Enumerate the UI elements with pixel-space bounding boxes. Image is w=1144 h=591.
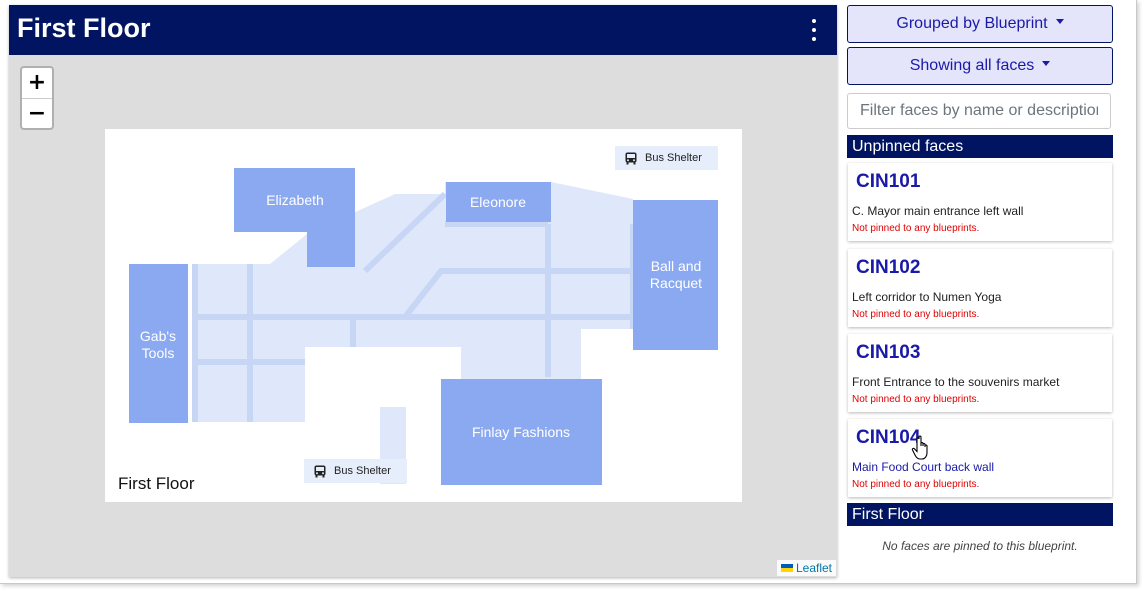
- blueprint-image[interactable]: Elizabeth Eleonore Ball and Racquet Gab'…: [105, 129, 742, 502]
- no-faces-message: No faces are pinned to this blueprint.: [882, 539, 1078, 553]
- map-title: First Floor: [17, 13, 151, 43]
- bus-shelter-label: Bus Shelter: [645, 152, 702, 164]
- blueprint-label: First Floor: [118, 474, 195, 493]
- bus-icon: [625, 152, 637, 164]
- bus-icon: [314, 465, 326, 477]
- face-card-cin103[interactable]: CIN103 Front Entrance to the souvenirs m…: [848, 334, 1112, 412]
- bus-shelter-label: Bus Shelter: [334, 465, 391, 477]
- show-faces-dropdown[interactable]: Showing all faces: [847, 47, 1113, 85]
- leaflet-link[interactable]: Leaflet: [796, 561, 832, 575]
- zoom-in-button[interactable]: +: [22, 68, 52, 99]
- room-label-elizabeth: Elizabeth: [266, 192, 324, 208]
- face-pin-status: Not pinned to any blueprints.: [852, 394, 980, 405]
- bus-shelter-top: Bus Shelter: [615, 146, 718, 170]
- zoom-out-button[interactable]: −: [22, 99, 52, 129]
- zoom-control: + −: [20, 66, 54, 130]
- face-code: CIN103: [856, 342, 921, 363]
- face-code: CIN102: [856, 257, 921, 278]
- face-description: Left corridor to Numen Yoga: [852, 290, 1002, 304]
- app-frame: First Floor + − Elizabeth Eleonore Ball …: [0, 0, 1137, 584]
- face-description: Front Entrance to the souvenirs market: [852, 375, 1060, 389]
- kebab-menu-icon[interactable]: [809, 19, 819, 41]
- floor-plan: Elizabeth Eleonore Ball and Racquet Gab'…: [129, 168, 718, 485]
- caret-down-icon: [1055, 19, 1064, 25]
- face-pin-status: Not pinned to any blueprints.: [852, 309, 980, 320]
- ukraine-flag-icon: [780, 564, 793, 572]
- room-label-tools: Tools: [142, 345, 175, 361]
- face-card-cin102[interactable]: CIN102 Left corridor to Numen Yoga Not p…: [848, 249, 1112, 327]
- show-faces-label: Showing all faces: [909, 57, 1035, 74]
- map-header: First Floor: [9, 5, 837, 55]
- first-floor-heading: First Floor: [847, 503, 1113, 526]
- face-description: Main Food Court back wall: [852, 460, 995, 474]
- room-label-ball-and: Ball and: [651, 258, 702, 274]
- caret-down-icon: [1042, 61, 1051, 67]
- group-by-label: Grouped by Blueprint: [896, 15, 1048, 32]
- map-attribution[interactable]: Leaflet: [776, 560, 836, 576]
- face-code: CIN104: [856, 427, 921, 448]
- bus-shelter-bottom: Bus Shelter: [304, 459, 407, 483]
- face-card-cin101[interactable]: CIN101 C. Mayor main entrance left wall …: [848, 163, 1112, 241]
- room-label-eleonore: Eleonore: [470, 194, 526, 210]
- map-panel[interactable]: First Floor + − Elizabeth Eleonore Ball …: [9, 5, 837, 577]
- unpinned-faces-heading: Unpinned faces: [847, 135, 1113, 158]
- face-pin-status: Not pinned to any blueprints.: [852, 479, 980, 490]
- filter-faces-input[interactable]: [847, 93, 1111, 129]
- room-label-finlay-fashions: Finlay Fashions: [472, 424, 570, 440]
- group-by-dropdown[interactable]: Grouped by Blueprint: [847, 5, 1113, 43]
- room-label-gabs: Gab's: [140, 328, 176, 344]
- face-code: CIN101: [856, 171, 921, 192]
- face-pin-status: Not pinned to any blueprints.: [852, 223, 980, 234]
- room-label-racquet: Racquet: [650, 275, 702, 291]
- face-description: C. Mayor main entrance left wall: [852, 204, 1024, 218]
- face-card-cin104[interactable]: CIN104 Main Food Court back wall Not pin…: [848, 419, 1112, 497]
